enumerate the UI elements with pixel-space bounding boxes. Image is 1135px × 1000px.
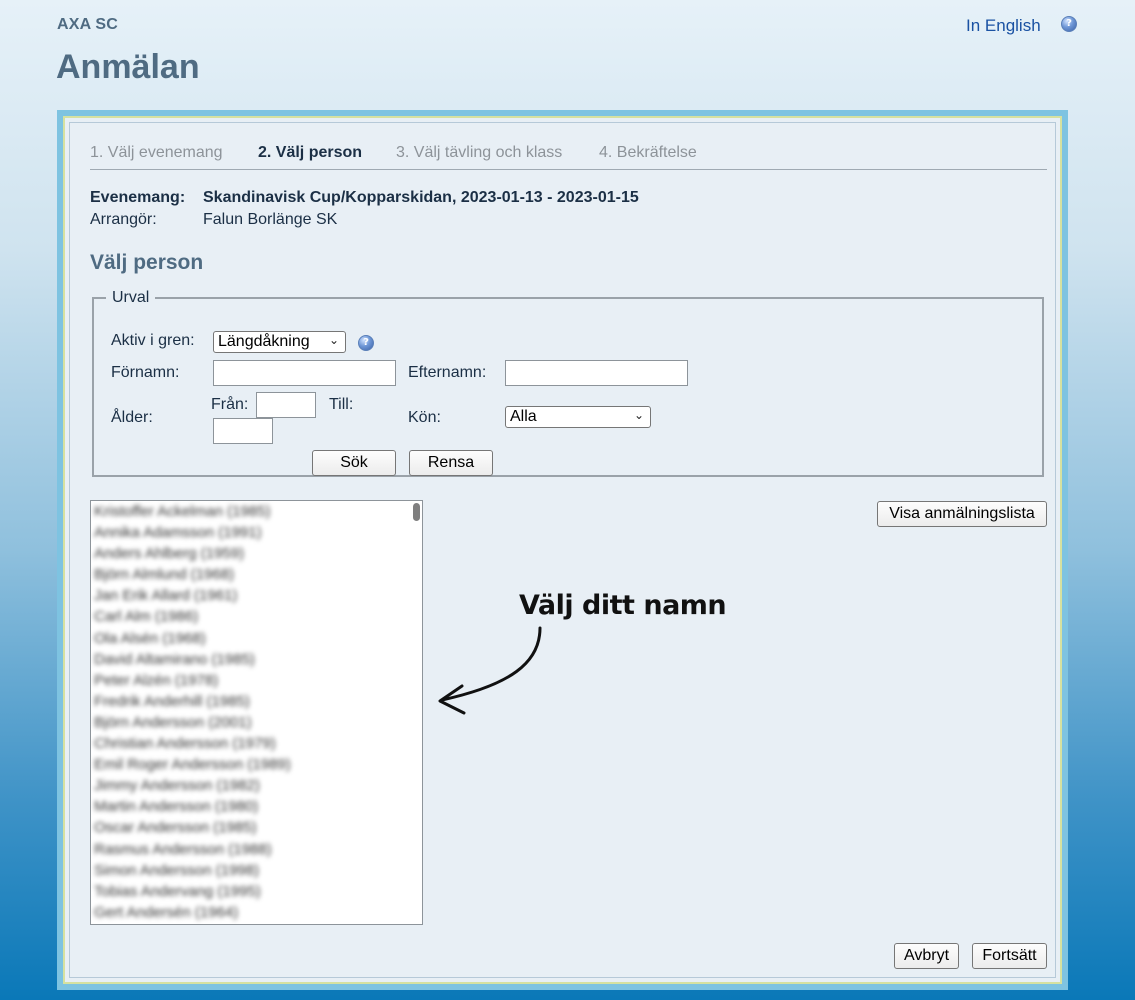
step-2: 2. Välj person xyxy=(258,144,363,161)
org-name: AXA SC xyxy=(57,16,119,33)
event-value: Skandinavisk Cup/Kopparskidan, 2023-01-1… xyxy=(203,189,639,206)
chevron-down-icon: ⌄ xyxy=(633,408,644,422)
gender-select[interactable]: Alla ⌄ xyxy=(505,406,651,428)
continue-button[interactable]: Fortsätt xyxy=(972,943,1047,969)
person-list: Kristoffer Ackelman (1985) Annika Adamsso… xyxy=(91,501,422,923)
gender-select-value: Alla xyxy=(510,408,537,425)
step-3[interactable]: 3. Välj tävling och klass xyxy=(396,144,562,162)
registration-panel: 1. Välj evenemang 2. Välj person 3. Välj… xyxy=(69,122,1056,978)
age-to-label: Till: xyxy=(329,396,354,413)
firstname-input[interactable] xyxy=(213,360,396,386)
list-item[interactable]: Gert Andersén (1964) xyxy=(91,902,422,923)
step-navigation: 1. Välj evenemang 2. Välj person 3. Välj… xyxy=(90,143,1047,170)
branch-select-value: Längdåkning xyxy=(218,333,310,350)
step-4[interactable]: 4. Bekräftelse xyxy=(599,144,697,162)
age-label: Ålder: xyxy=(111,409,153,426)
branch-help-icon[interactable]: ? xyxy=(358,335,374,351)
scrollbar-thumb[interactable] xyxy=(413,503,420,521)
age-to-input[interactable] xyxy=(213,418,273,444)
list-item[interactable]: Jan Erik Allard (1961) xyxy=(91,585,422,606)
list-item[interactable]: Kristoffer Ackelman (1985) xyxy=(91,501,422,522)
event-label: Evenemang: xyxy=(90,189,186,206)
list-item[interactable]: Oscar Andersson (1985) xyxy=(91,817,422,838)
branch-label: Aktiv i gren: xyxy=(111,332,195,349)
list-item[interactable]: Martin Andersson (1980) xyxy=(91,796,422,817)
search-button[interactable]: Sök xyxy=(312,450,396,476)
filter-legend: Urval xyxy=(112,289,150,306)
chevron-down-icon: ⌄ xyxy=(328,333,339,347)
list-item[interactable]: Tobias Andervang (1995) xyxy=(91,881,422,902)
age-from-label: Från: xyxy=(211,396,249,413)
show-registration-list-button[interactable]: Visa anmälningslista xyxy=(877,501,1047,527)
lastname-input[interactable] xyxy=(505,360,688,386)
list-item[interactable]: Jimmy Andersson (1982) xyxy=(91,775,422,796)
annotation-text: Välj ditt namn xyxy=(519,590,727,621)
section-title: Välj person xyxy=(90,251,204,274)
list-item[interactable]: Fredrik Anderhill (1985) xyxy=(91,691,422,712)
list-item[interactable]: Anders Ahlberg (1959) xyxy=(91,543,422,564)
list-item[interactable]: Simon Andersson (1998) xyxy=(91,860,422,881)
filter-fieldset: Urval Aktiv i gren: Längdåkning ⌄ ? Förn… xyxy=(92,289,1044,477)
list-item[interactable]: David Altamirano (1985) xyxy=(91,649,422,670)
list-item[interactable]: Carl Alm (1986) xyxy=(91,606,422,627)
list-item[interactable]: Björn Almlund (1968) xyxy=(91,564,422,585)
registration-frame: 1. Välj evenemang 2. Välj person 3. Välj… xyxy=(57,110,1068,990)
cancel-button[interactable]: Avbryt xyxy=(894,943,959,969)
page-title: Anmälan xyxy=(56,48,200,86)
help-icon[interactable]: ? xyxy=(1061,16,1077,32)
language-link[interactable]: In English xyxy=(966,16,1041,36)
list-item[interactable]: Björn Andersson (2001) xyxy=(91,712,422,733)
firstname-label: Förnamn: xyxy=(111,364,180,381)
lastname-label: Efternamn: xyxy=(408,364,487,381)
age-from-input[interactable] xyxy=(256,392,316,418)
step-1[interactable]: 1. Välj evenemang xyxy=(90,144,223,162)
list-item[interactable]: Annika Adamsson (1991) xyxy=(91,522,422,543)
list-item[interactable]: Ola Alsén (1968) xyxy=(91,628,422,649)
curved-arrow-icon xyxy=(438,626,542,715)
list-item[interactable]: Emil Roger Andersson (1989) xyxy=(91,754,422,775)
clear-button[interactable]: Rensa xyxy=(409,450,493,476)
list-item[interactable]: Rasmus Andersson (1988) xyxy=(91,839,422,860)
organizer-label: Arrangör: xyxy=(90,211,157,228)
list-item[interactable]: Christian Andersson (1979) xyxy=(91,733,422,754)
branch-select[interactable]: Längdåkning ⌄ xyxy=(213,331,346,353)
person-listbox[interactable]: Kristoffer Ackelman (1985) Annika Adamsso… xyxy=(90,500,423,925)
list-item[interactable]: Peter Alzén (1978) xyxy=(91,670,422,691)
gender-label: Kön: xyxy=(408,409,441,426)
organizer-value: Falun Borlänge SK xyxy=(203,211,338,228)
